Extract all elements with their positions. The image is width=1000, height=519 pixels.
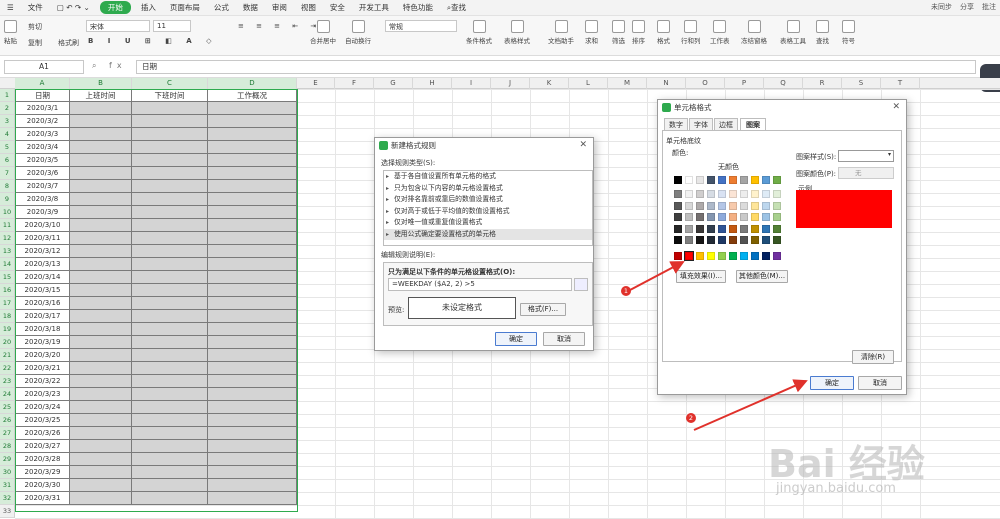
arrow-to-ok-button xyxy=(693,379,808,431)
watermark-url: jingyan.baidu.com xyxy=(776,481,896,496)
watermark-brand: Bai 经验 xyxy=(768,442,925,486)
arrow-to-red-swatch xyxy=(629,261,685,291)
annotation-badge-2: 2 xyxy=(686,413,696,423)
annotation-badge-1: 1 xyxy=(621,286,631,296)
baidu-watermark: Bai 经验 jingyan.baidu.com xyxy=(758,433,998,519)
